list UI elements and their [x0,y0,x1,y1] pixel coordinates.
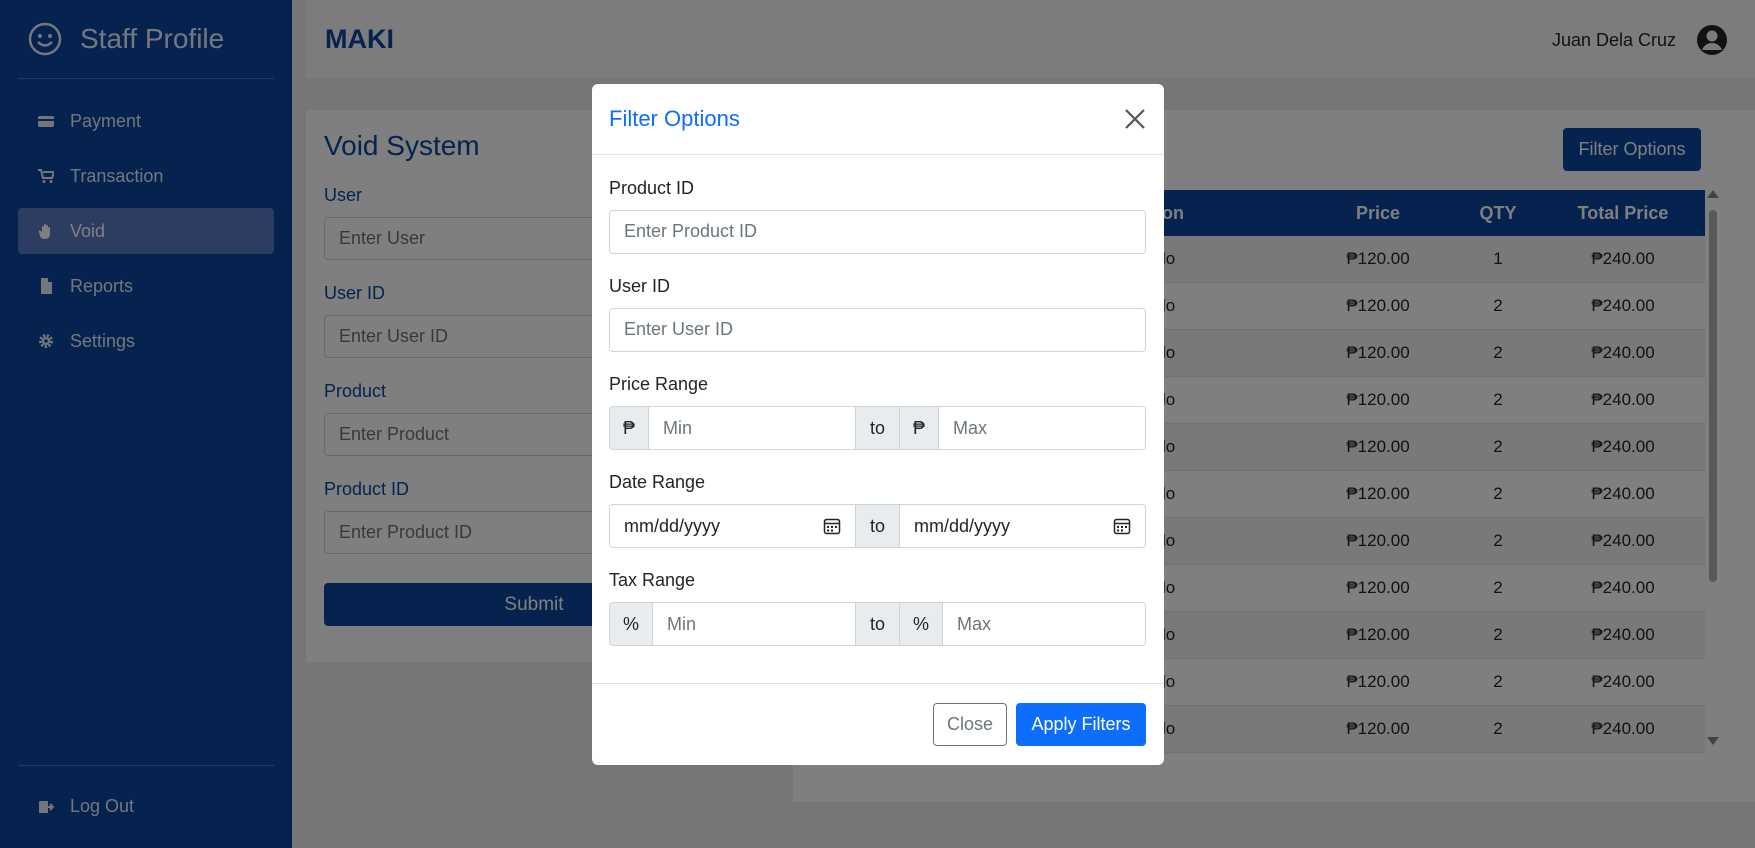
product-id-input[interactable]: Enter Product ID [609,210,1146,254]
user-id-label: User ID [609,276,671,296]
to-addon: to [855,407,900,449]
date-start-input[interactable]: mm/dd/yyyy [610,505,855,547]
price-range-group: ₱ Min to ₱ Max [609,406,1146,450]
date-end-value: mm/dd/yyyy [914,515,1011,536]
calendar-icon[interactable] [1113,517,1131,535]
apply-filters-button[interactable]: Apply Filters [1016,703,1146,746]
tax-range-group: % Min to % Max [609,602,1146,646]
calendar-icon[interactable] [823,517,841,535]
to-addon: to [855,505,900,547]
percent-addon: % [610,603,653,645]
close-button[interactable]: Close [933,703,1007,746]
close-icon[interactable] [1122,106,1148,132]
tax-range-label: Tax Range [609,570,696,590]
percent-addon: % [900,603,943,645]
date-range-label: Date Range [609,472,706,492]
product-id-label: Product ID [609,178,695,198]
modal-footer: Close Apply Filters [592,683,1164,765]
price-min-input[interactable]: Min [649,407,855,449]
modal-header: Filter Options [592,84,1164,155]
tax-min-input[interactable]: Min [653,603,855,645]
price-max-input[interactable]: Max [939,407,1145,449]
user-id-input[interactable]: Enter User ID [609,308,1146,352]
currency-addon: ₱ [900,407,939,449]
filter-options-modal: Filter Options Product ID Enter Product … [592,84,1164,765]
price-range-label: Price Range [609,374,709,394]
to-addon: to [855,603,900,645]
tax-max-input[interactable]: Max [943,603,1145,645]
modal-title: Filter Options [609,106,740,131]
date-range-group: mm/dd/yyyy to mm/dd/yyyy [609,504,1146,548]
date-start-value: mm/dd/yyyy [624,515,721,536]
currency-addon: ₱ [610,407,649,449]
date-end-input[interactable]: mm/dd/yyyy [900,505,1145,547]
